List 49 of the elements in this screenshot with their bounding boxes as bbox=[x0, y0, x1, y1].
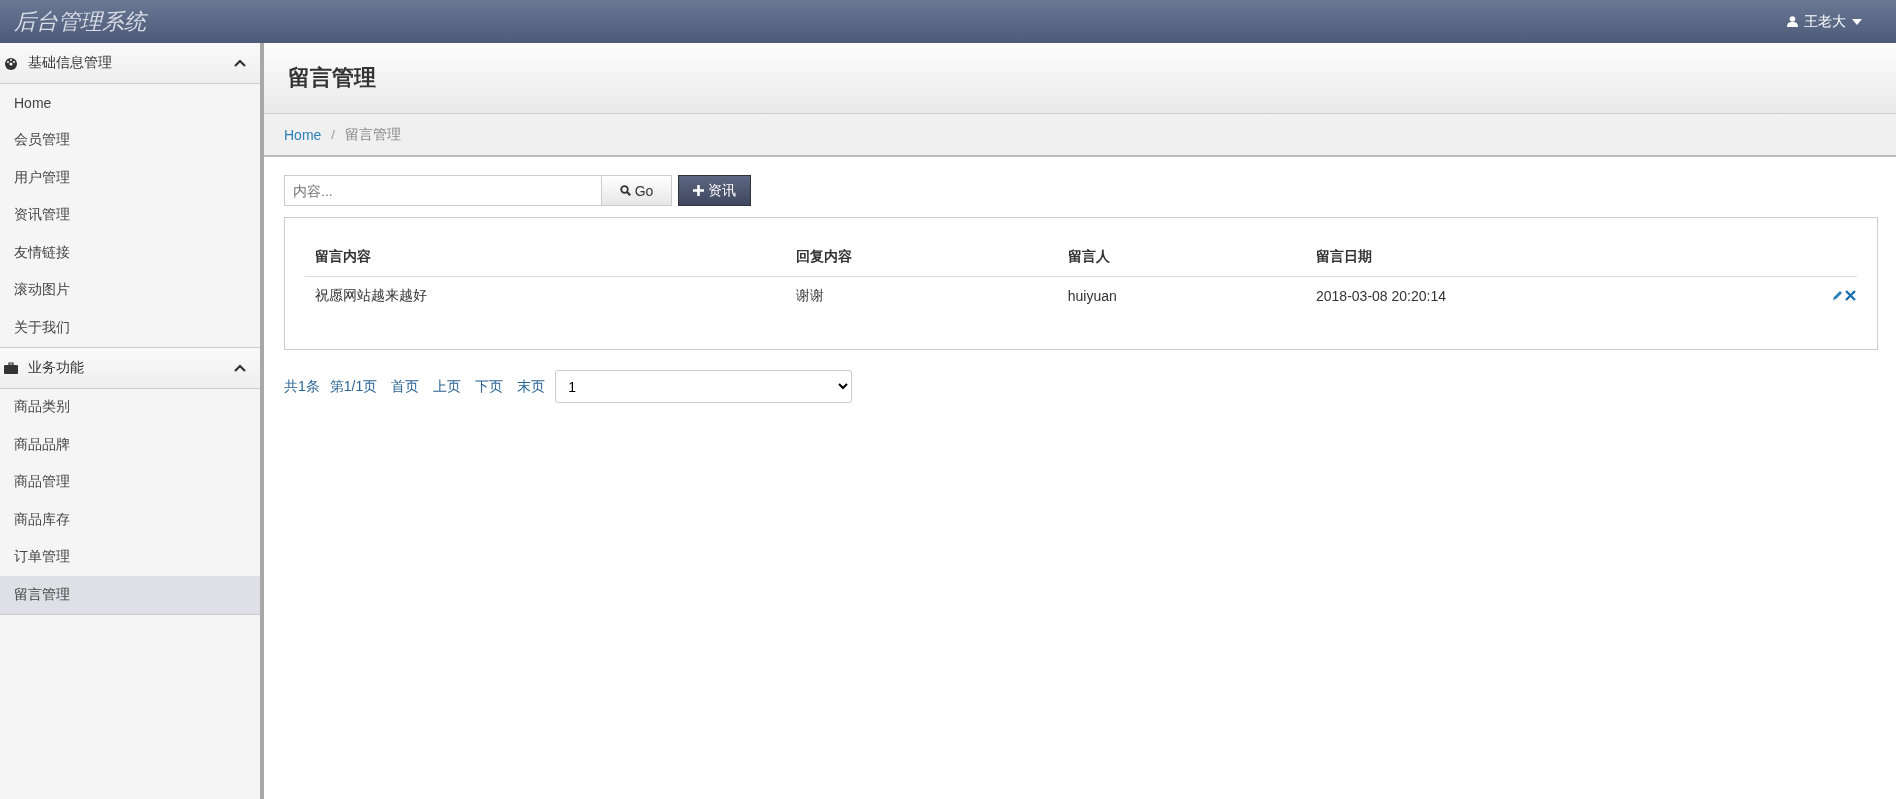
column-header: 留言日期 bbox=[1306, 238, 1797, 277]
sidebar-item[interactable]: 商品管理 bbox=[0, 463, 260, 501]
add-button[interactable]: 资讯 bbox=[678, 175, 751, 206]
sidebar-item[interactable]: 订单管理 bbox=[0, 538, 260, 576]
sidebar-item[interactable]: 商品类别 bbox=[0, 388, 260, 426]
breadcrumb-link[interactable]: Home bbox=[284, 126, 322, 143]
caret-icon bbox=[1852, 18, 1862, 25]
chevron-icon[interactable] bbox=[234, 363, 246, 372]
total-count: 共1条 bbox=[284, 377, 320, 396]
user-icon bbox=[1787, 16, 1798, 27]
briefcase-icon bbox=[4, 361, 18, 374]
pagination-link[interactable]: 首页 bbox=[391, 377, 420, 396]
sidebar-item[interactable]: 用户管理 bbox=[0, 159, 260, 197]
column-header: 留言内容 bbox=[305, 238, 787, 277]
table-cell: 2018-03-08 20:20:14 bbox=[1306, 276, 1797, 315]
dashboard-icon bbox=[4, 56, 18, 70]
plus-icon bbox=[693, 185, 704, 196]
column-header: 回复内容 bbox=[786, 238, 1058, 277]
search-icon bbox=[619, 185, 631, 196]
pagination-link[interactable]: 末页 bbox=[517, 377, 546, 396]
column-header: 留言人 bbox=[1057, 238, 1306, 277]
search-field[interactable]: 内容... bbox=[284, 175, 602, 206]
sidebar-item[interactable]: Home bbox=[0, 84, 260, 122]
page-title: 留言管理 bbox=[288, 64, 376, 92]
breadcrumb-separator: / bbox=[331, 127, 335, 142]
sidebar-item[interactable]: 留言管理 bbox=[0, 576, 260, 615]
sidebar-item[interactable]: 关于我们 bbox=[0, 309, 260, 347]
page-select[interactable]: 1 bbox=[555, 370, 853, 403]
group-label: 业务功能 bbox=[28, 358, 85, 377]
chevron-icon[interactable] bbox=[234, 59, 246, 67]
breadcrumb-current: 留言管理 bbox=[345, 125, 401, 144]
user-menu[interactable]: 王老大 bbox=[1787, 12, 1882, 31]
sidebar-group-header[interactable]: 基础信息管理 bbox=[0, 43, 260, 84]
sidebar-item[interactable]: 友情链接 bbox=[0, 234, 260, 272]
page-indicator: 第1/1页 bbox=[329, 377, 378, 396]
pagination-link[interactable]: 下页 bbox=[475, 377, 504, 396]
table-cell: 祝愿网站越来越好 bbox=[305, 276, 787, 315]
app-title: 后台管理系统 bbox=[14, 7, 146, 36]
pagination-link[interactable]: 上页 bbox=[433, 377, 462, 396]
sidebar-group-header[interactable]: 业务功能 bbox=[0, 346, 260, 389]
group-label: 基础信息管理 bbox=[28, 54, 113, 72]
sidebar-item[interactable]: 商品库存 bbox=[0, 501, 260, 539]
sidebar-item[interactable]: 滚动图片 bbox=[0, 271, 260, 309]
go-button[interactable]: Go bbox=[602, 175, 672, 206]
sidebar-item[interactable]: 会员管理 bbox=[0, 121, 260, 159]
sidebar-item[interactable]: 商品品牌 bbox=[0, 426, 260, 464]
table-cell: huiyuan bbox=[1057, 276, 1306, 315]
sidebar-item[interactable]: 资讯管理 bbox=[0, 196, 260, 234]
table-cell: 谢谢 bbox=[786, 276, 1058, 315]
